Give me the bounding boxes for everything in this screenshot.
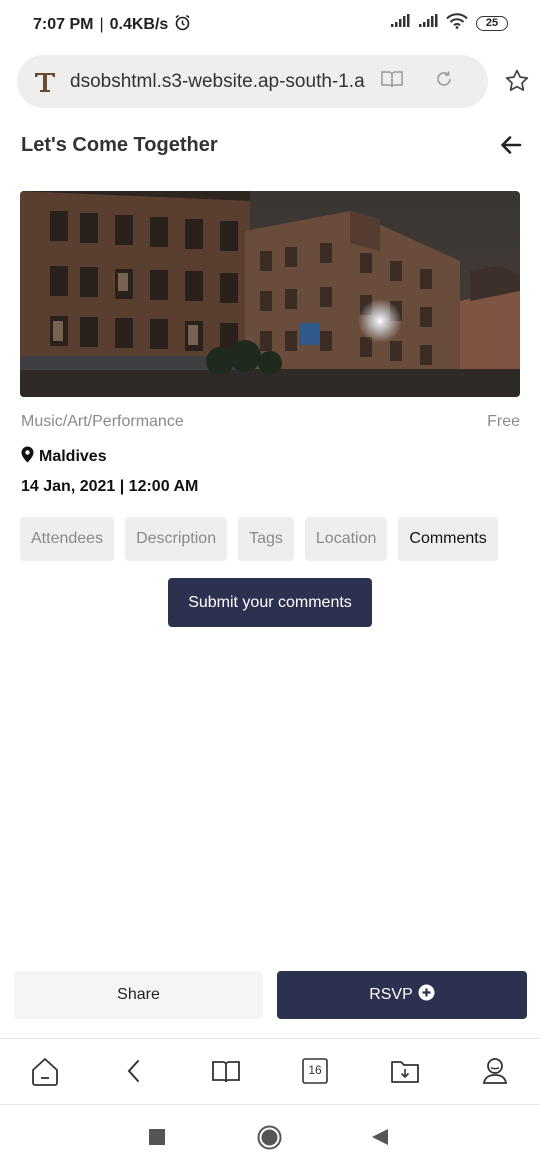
browser-back-icon[interactable] [124, 1056, 144, 1091]
network-speed: 0.4KB/s [109, 16, 169, 33]
share-button[interactable]: Share [14, 971, 263, 1019]
battery-indicator: 25 [476, 16, 508, 31]
home-icon[interactable] [31, 1056, 59, 1091]
url-text[interactable]: dsobshtml.s3-website.ap-south-1.a [70, 71, 370, 93]
status-time: 7:07 PM [33, 16, 94, 33]
alarm-icon [174, 14, 191, 36]
system-home-icon[interactable] [257, 1125, 282, 1155]
site-favicon-icon [32, 69, 58, 95]
reload-icon[interactable] [434, 69, 454, 94]
status-separator: | [99, 16, 104, 33]
rsvp-label: RSVP [369, 986, 413, 1003]
map-pin-icon [21, 446, 34, 468]
event-price: Free [487, 413, 520, 430]
signal-icon-2 [418, 14, 438, 33]
tabs-count: 16 [308, 1063, 322, 1077]
downloads-folder-icon[interactable] [390, 1056, 420, 1091]
plus-circle-icon [418, 984, 435, 1006]
tabs-counter[interactable]: 16 [301, 1056, 329, 1091]
event-location-text: Maldives [39, 448, 107, 465]
tab-tags[interactable]: Tags [238, 517, 294, 561]
signal-icon [390, 14, 410, 33]
bookmark-star-icon[interactable] [504, 68, 530, 99]
rsvp-button[interactable]: RSVP [277, 971, 527, 1019]
browser-toolbar: 16 [0, 1038, 540, 1105]
tab-attendees[interactable]: Attendees [20, 517, 115, 561]
wifi-icon [446, 13, 468, 34]
tab-comments[interactable]: Comments [398, 517, 498, 561]
submit-comments-button[interactable]: Submit your comments [168, 578, 372, 627]
tab-location[interactable]: Location [304, 517, 388, 561]
back-arrow-icon[interactable] [500, 134, 522, 161]
profile-icon[interactable] [481, 1056, 509, 1091]
event-datetime: 14 Jan, 2021 | 12:00 AM [21, 478, 199, 495]
tab-description[interactable]: Description [125, 517, 228, 561]
event-hero-image [20, 191, 520, 397]
bookmarks-book-icon[interactable] [211, 1056, 241, 1091]
status-bar-right: 25 [390, 13, 508, 34]
status-bar-left: 7:07 PM | 0.4KB/s [33, 14, 191, 36]
event-location: Maldives [21, 446, 107, 468]
address-bar[interactable]: dsobshtml.s3-website.ap-south-1.a [17, 55, 488, 108]
system-back-icon[interactable] [371, 1128, 389, 1151]
event-tabs: Attendees Description Tags Location Comm… [20, 517, 498, 561]
event-category: Music/Art/Performance [21, 413, 184, 430]
system-navigation-bar [0, 1105, 540, 1170]
page-title: Let's Come Together [21, 134, 218, 156]
recent-apps-icon[interactable] [149, 1129, 165, 1150]
reader-mode-icon[interactable] [380, 69, 404, 94]
